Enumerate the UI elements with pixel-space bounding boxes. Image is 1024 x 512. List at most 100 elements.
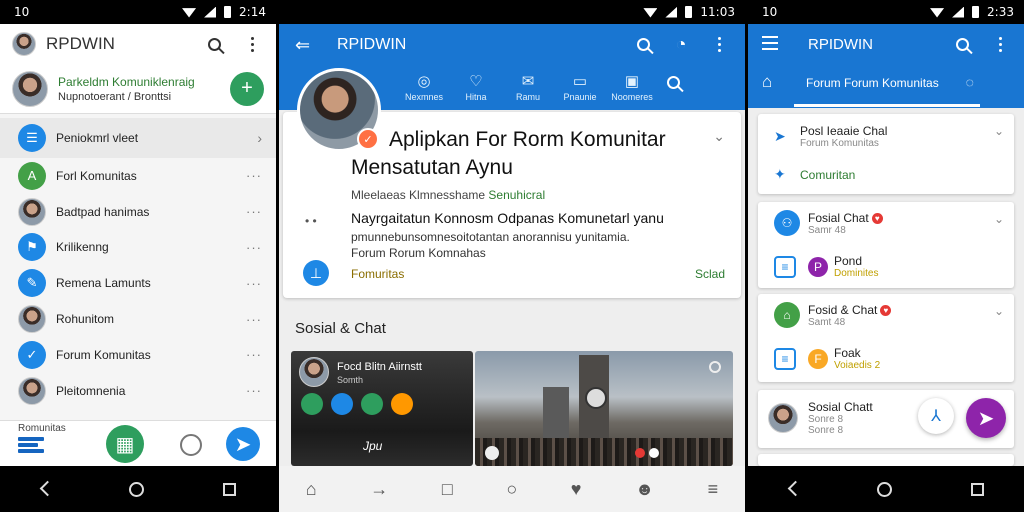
shield-icon[interactable]	[331, 393, 353, 415]
chat-bubble-icon[interactable]: ◌	[966, 74, 974, 90]
card-link[interactable]: Comuritan	[800, 168, 855, 182]
more-horiz-icon[interactable]: ···	[246, 347, 262, 362]
person-icon[interactable]: ☻	[635, 479, 654, 500]
more-vert-icon[interactable]	[988, 32, 1012, 56]
search-icon[interactable]	[631, 32, 655, 56]
chevron-down-icon[interactable]: ⌄	[994, 304, 1004, 318]
twitter-icon[interactable]	[301, 393, 323, 415]
whatsapp-icon[interactable]	[391, 393, 413, 415]
circle-icon[interactable]: ○	[506, 479, 517, 500]
photo-tile[interactable]	[475, 351, 733, 466]
compose-button[interactable]: ➤	[966, 398, 1006, 438]
forum-card-0[interactable]: ➤ Posl Ieaaie Chal Forum Komunitas ⌄ ✦ C…	[758, 114, 1014, 194]
more-horiz-icon[interactable]: ···	[246, 168, 262, 183]
search-icon[interactable]	[661, 70, 685, 94]
arrow-icon[interactable]: →	[370, 479, 388, 500]
apps-button[interactable]: ▦	[106, 425, 144, 463]
card-title: Fosial Chat ♥	[808, 211, 883, 225]
share-icon[interactable]: ⊥	[303, 260, 329, 286]
add-button[interactable]: +	[230, 71, 264, 106]
nav-home-icon[interactable]	[876, 481, 892, 497]
menu-item-2[interactable]: Badtpad hanimas ···	[0, 194, 276, 230]
tab-3[interactable]: ▭ Pnaunie	[557, 72, 603, 102]
search-icon[interactable]	[950, 32, 974, 56]
post-meta-tag[interactable]: Senuhicral	[488, 188, 545, 202]
tab-1[interactable]: ♡ Hitna	[453, 72, 499, 102]
chevron-down-icon[interactable]: ⌄	[994, 124, 1004, 138]
nav-recents-icon[interactable]	[971, 482, 985, 496]
inbox-icon: ▭	[572, 73, 588, 90]
tab-2[interactable]: ✉ Ramu	[505, 72, 551, 102]
post-title: Aplipkan For Rorm Komunitar	[389, 128, 666, 151]
send-button[interactable]: ➤	[226, 427, 260, 461]
menu-item-6[interactable]: ✓ Forum Komunitas ···	[0, 337, 276, 373]
compass-icon[interactable]	[180, 434, 202, 456]
messenger-icon[interactable]	[361, 393, 383, 415]
nav-recents-icon[interactable]	[223, 482, 237, 496]
panel-post-detail: 11:03 ⇐ RPIDWIN ◔ ◎ Nexmnes ♡ Hitna ✉ Ramu …	[279, 0, 745, 512]
panel-drawer: 10 2:14 RPDWIN Parkeldm Komuniklenraig N…	[0, 0, 276, 512]
tab-bar: ◎ Nexmnes ♡ Hitna ✉ Ramu ▭ Pnaunie ▣ Noomeres	[401, 72, 655, 102]
back-arrow-icon[interactable]: ⇐	[295, 35, 310, 56]
more-horiz-icon[interactable]: ···	[246, 240, 262, 255]
menu-item-1[interactable]: A Forl Komunitas ···	[0, 158, 276, 194]
post-meta-text: Mleelaeas Klmnesshame	[351, 188, 486, 202]
drawer-menu: ☰ Peniokmrl vleet › A Forl Komunitas ···…	[0, 118, 276, 409]
card-title: Sosial Chatt	[808, 400, 873, 414]
status-time: 10	[14, 5, 30, 19]
media-tile[interactable]: Focd Blitn Aiirnstt Somth Jpu	[291, 351, 473, 466]
wifi-icon	[930, 8, 945, 18]
more-vert-icon[interactable]	[240, 32, 264, 56]
menu-item-7[interactable]: Pleitomnenia ···	[0, 373, 276, 409]
more-horiz-icon[interactable]: ···	[246, 204, 262, 219]
share-button[interactable]: ⅄	[918, 398, 954, 434]
menu-icon[interactable]: ≡	[708, 479, 719, 500]
menu-item-5[interactable]: Rohunitom ···	[0, 301, 276, 337]
reactions	[635, 448, 659, 458]
battery-icon	[685, 6, 693, 18]
tab-forum[interactable]: Forum Forum Komunitas	[806, 76, 939, 90]
heart-icon: ♥	[871, 212, 883, 224]
chevron-down-icon[interactable]: ⌄	[713, 128, 725, 145]
send-icon: ➤	[774, 128, 786, 144]
more-horiz-icon[interactable]: ···	[246, 276, 262, 291]
tab-4[interactable]: ▣ Noomeres	[609, 72, 655, 102]
tab-indicator	[794, 104, 980, 107]
tile-caption: Jpu	[363, 439, 383, 453]
heart-icon[interactable]: ♥	[571, 479, 582, 500]
card-title: Fosid & Chat ♥	[808, 303, 892, 317]
forum-card-2[interactable]: ⌂ Fosid & Chat ♥ Samt 48 ⌄ ≡ F Foak Voiae…	[758, 294, 1014, 382]
nav-back-icon[interactable]	[40, 482, 50, 496]
notification-icon[interactable]: ◔	[669, 32, 693, 56]
home-icon[interactable]: ⌂	[762, 72, 772, 92]
nav-back-icon[interactable]	[788, 482, 798, 496]
person-icon	[18, 197, 46, 226]
menu-item-0[interactable]: ☰ Peniokmrl vleet ›	[0, 118, 276, 158]
more-vert-icon[interactable]	[707, 32, 731, 56]
menu-item-4[interactable]: ✎ Remena Lamunts ···	[0, 265, 276, 301]
chevron-down-icon[interactable]: ⌄	[994, 212, 1004, 226]
signal-icon	[952, 6, 965, 18]
search-icon[interactable]	[202, 32, 226, 56]
home-icon[interactable]: ⌂	[306, 479, 317, 500]
card-subtitle: Foak	[834, 346, 861, 360]
community-link[interactable]: Fomuritas	[351, 267, 404, 281]
nav-home-icon[interactable]	[128, 481, 144, 497]
menu-item-3[interactable]: ⚑ Krilikenng ···	[0, 230, 276, 266]
tab-0[interactable]: ◎ Nexmnes	[401, 72, 447, 102]
status-label[interactable]: Sclad	[695, 267, 725, 281]
more-horiz-icon[interactable]: ···	[246, 383, 262, 398]
megaphone-icon: ✉	[521, 73, 535, 90]
options-icon[interactable]	[709, 361, 721, 373]
more-horiz-icon[interactable]: ···	[246, 312, 262, 327]
play-icon[interactable]	[485, 446, 499, 460]
avatar[interactable]	[12, 32, 36, 56]
battery-icon	[224, 6, 232, 18]
forum-card-peek	[758, 454, 1014, 466]
hamburger-menu-icon[interactable]	[762, 36, 778, 54]
app-icon: ⌂	[774, 302, 800, 328]
square-icon[interactable]: □	[442, 479, 453, 500]
forum-card-1[interactable]: ⚇ Fosial Chat ♥ Samr 48 ⌄ ≡ P Pond Domini…	[758, 202, 1014, 288]
profile-header[interactable]: Parkeldm Komuniklenraig Nupnotoerant / B…	[0, 64, 276, 114]
tile-subtitle: Somth	[337, 375, 364, 385]
